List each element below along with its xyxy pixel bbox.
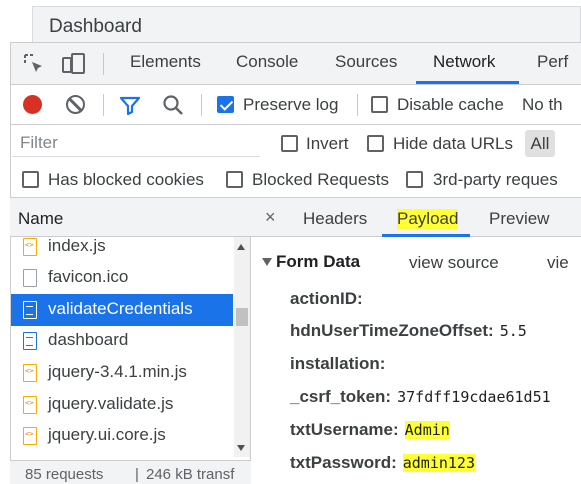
request-list-scrollbar[interactable]: [234, 237, 250, 457]
filter-input[interactable]: [14, 130, 258, 156]
record-icon[interactable]: [23, 95, 42, 114]
form-data-title[interactable]: Form Data: [276, 252, 360, 272]
document-icon: [23, 332, 37, 350]
hide-data-urls-label: Hide data URLs: [393, 134, 514, 153]
filter-icon[interactable]: [119, 95, 141, 116]
payload-field: txtPassword: admin123: [290, 453, 475, 473]
disable-cache-label: Disable cache: [397, 95, 504, 114]
js-file-icon: [23, 238, 37, 256]
search-icon[interactable]: [162, 94, 184, 116]
field-key: _csrf_token:: [290, 387, 392, 406]
page-title: Dashboard: [49, 16, 142, 37]
active-tab-indicator: [416, 81, 519, 84]
collapse-triangle-icon[interactable]: [262, 258, 272, 266]
filter-all-chip[interactable]: All: [525, 130, 555, 157]
js-file-icon: [23, 364, 37, 382]
throttling-select[interactable]: No th: [522, 95, 563, 115]
tab-console[interactable]: Console: [236, 52, 298, 72]
payload-field: installation:: [290, 354, 385, 374]
tab-performance[interactable]: Perf: [537, 52, 568, 72]
third-party-label: 3rd-party reques: [433, 170, 558, 189]
field-value: 5.5: [499, 322, 527, 340]
blocked-requests-label: Blocked Requests: [252, 170, 390, 189]
device-toolbar-icon[interactable]: [61, 52, 87, 76]
request-name: jquery.validate.js: [48, 394, 174, 413]
view-source-link[interactable]: view source: [409, 253, 499, 273]
field-value: admin123: [402, 454, 475, 472]
preserve-log-checkbox[interactable]: [217, 96, 234, 113]
request-name: jquery.ui.core.js: [48, 425, 166, 444]
preserve-log-label: Preserve log: [243, 95, 339, 114]
field-key: installation:: [290, 354, 386, 373]
blocked-requests-checkbox[interactable]: [226, 171, 243, 188]
field-key: txtPassword:: [290, 453, 397, 472]
scroll-down-icon[interactable]: [237, 445, 245, 451]
invert-checkbox[interactable]: [281, 135, 298, 152]
active-detail-tab-indicator: [382, 234, 470, 237]
request-name: validateCredentials: [48, 299, 193, 318]
request-row[interactable]: jquery.validate.js: [11, 389, 233, 421]
tab-payload[interactable]: Payload: [397, 209, 459, 229]
field-key: txtUsername:: [290, 420, 399, 439]
view-url-encoded-link[interactable]: vie: [547, 253, 569, 273]
disable-cache-checkbox[interactable]: [371, 96, 388, 113]
field-value: 37fdff19cdae61d51: [397, 388, 551, 406]
tab-sources[interactable]: Sources: [335, 52, 397, 72]
hide-data-urls-checkbox[interactable]: [367, 135, 384, 152]
blocked-cookies-checkbox[interactable]: [22, 171, 39, 188]
js-file-icon: [23, 396, 37, 414]
separator-bar: |: [135, 466, 139, 483]
separator: [103, 53, 104, 75]
clear-icon[interactable]: [66, 95, 85, 114]
request-row[interactable]: favicon.ico: [11, 262, 233, 294]
third-party-checkbox[interactable]: [406, 171, 423, 188]
file-icon: [23, 269, 37, 287]
payload-field: txtUsername: Admin: [290, 420, 450, 440]
tab-headers[interactable]: Headers: [303, 209, 367, 229]
field-key: actionID:: [290, 289, 363, 308]
request-name: index.js: [48, 236, 106, 255]
payload-field: _csrf_token: 37fdff19cdae61d51: [290, 387, 551, 407]
separator: [103, 94, 104, 116]
close-icon[interactable]: ×: [265, 207, 276, 228]
request-name: dashboard: [48, 330, 129, 349]
blocked-cookies-label: Has blocked cookies: [48, 170, 204, 189]
request-row[interactable]: jquery-3.4.1.min.js: [11, 357, 233, 389]
invert-label: Invert: [306, 134, 349, 153]
field-value: Admin: [404, 421, 450, 439]
name-column-label: Name: [18, 209, 64, 228]
tab-network[interactable]: Network: [433, 52, 495, 72]
separator: [357, 94, 358, 116]
request-name: favicon.ico: [48, 267, 129, 286]
js-file-icon: [23, 427, 37, 445]
separator: [201, 94, 202, 116]
request-row-selected[interactable]: validateCredentials: [11, 294, 233, 326]
tab-preview[interactable]: Preview: [489, 209, 549, 229]
field-key: hdnUserTimeZoneOffset:: [290, 321, 494, 340]
request-row[interactable]: dashboard: [11, 325, 233, 357]
network-status-bar: 85 requests | 246 kB transf: [10, 460, 251, 484]
request-count: 85 requests: [25, 466, 104, 483]
request-name: jquery-3.4.1.min.js: [48, 362, 187, 381]
payload-field: actionID:: [290, 289, 363, 309]
request-row[interactable]: index.js: [11, 231, 233, 263]
scroll-up-icon[interactable]: [237, 244, 245, 250]
payload-field: hdnUserTimeZoneOffset: 5.5: [290, 321, 527, 341]
transferred-size: 246 kB transf: [146, 466, 235, 483]
scrollbar-thumb[interactable]: [236, 308, 248, 326]
request-row[interactable]: jquery.ui.core.js: [11, 420, 233, 452]
tab-elements[interactable]: Elements: [130, 52, 201, 72]
document-icon: [23, 301, 37, 319]
inspect-element-icon[interactable]: [22, 52, 46, 76]
